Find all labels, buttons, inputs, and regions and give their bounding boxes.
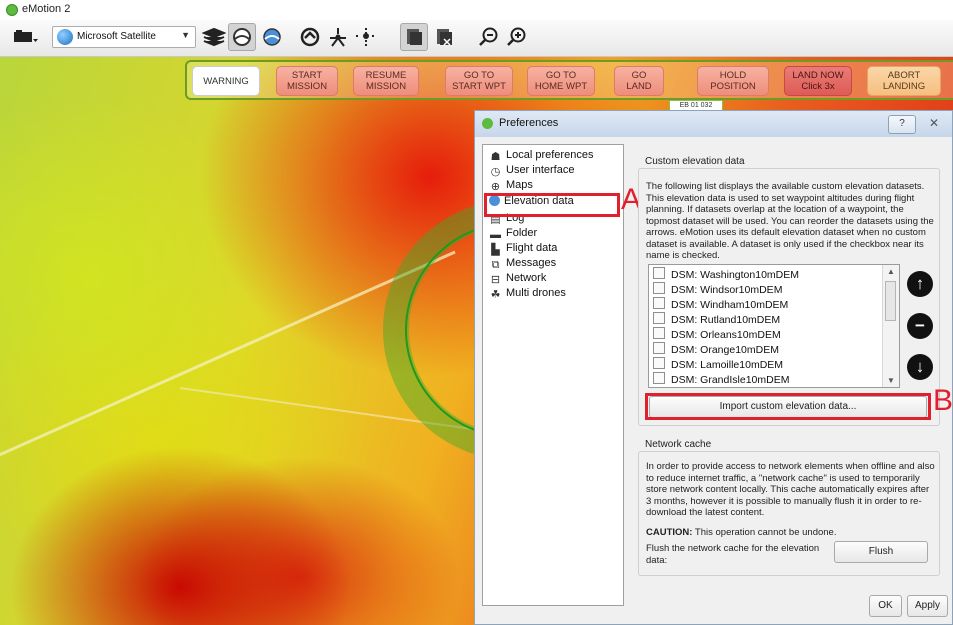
nav-item-user-interface[interactable]: ◷ User interface (489, 164, 619, 180)
window-titlebar: eMotion 2 (0, 0, 953, 20)
caution-text: This operation cannot be undone. (694, 527, 837, 538)
dataset-checkbox[interactable] (653, 312, 665, 324)
launch-icon[interactable] (296, 23, 324, 51)
flight-plan-alt-icon[interactable] (430, 23, 458, 51)
main-toolbar: Microsoft Satellite ▼ (0, 20, 953, 57)
annotation-label-b: B (933, 384, 953, 417)
move-down-button[interactable]: ↓ (907, 354, 933, 380)
annotation-highlight-b (645, 393, 931, 420)
go-to-start-wpt-button[interactable]: GO TO START WPT (445, 66, 513, 96)
globe-icon (57, 29, 73, 45)
go-land-button[interactable]: GO LAND (614, 66, 664, 96)
hover-drone-icon[interactable] (324, 23, 352, 51)
elevation-alt-icon[interactable] (258, 23, 286, 51)
nav-item-maps[interactable]: ⊕ Maps (489, 179, 619, 190)
multi-drones-icon: ☘ (490, 289, 501, 301)
custom-elevation-description: The following list displays the availabl… (646, 181, 934, 261)
dataset-checkbox[interactable] (653, 327, 665, 339)
dialog-title: Preferences (499, 117, 559, 129)
hold-position-button[interactable]: HOLD POSITION (697, 66, 769, 96)
help-button[interactable]: ? (888, 115, 916, 134)
ok-button[interactable]: OK (869, 595, 902, 617)
flush-label: Flush the network cache for the elevatio… (646, 543, 820, 566)
flush-button[interactable]: Flush (834, 541, 928, 563)
caution-label: CAUTION: (646, 527, 693, 538)
nav-item-local-preferences[interactable]: ☗ Local preferences (489, 149, 619, 165)
dataset-checkbox[interactable] (653, 297, 665, 309)
app-logo-icon (6, 4, 18, 16)
start-mission-button[interactable]: START MISSION (276, 66, 338, 96)
list-item[interactable]: DSM: Washington10mDEM (653, 267, 799, 282)
custom-elevation-title: Custom elevation data (645, 156, 745, 167)
network-icon: ⊟ (490, 274, 501, 286)
land-now-button[interactable]: LAND NOW Click 3x (784, 66, 852, 96)
network-cache-description: In order to provide access to network el… (646, 461, 935, 518)
abort-landing-button[interactable]: ABORT LANDING (867, 66, 941, 96)
list-item[interactable]: DSM: Lamoille10mDEM (653, 357, 783, 372)
minus-icon: − (915, 316, 925, 335)
nav-item-messages[interactable]: ⧉ Messages (489, 257, 619, 273)
folder-icon: ▬ (490, 229, 501, 241)
clock-icon: ◷ (490, 166, 501, 178)
people-icon: ☗ (490, 151, 501, 163)
annotation-highlight-a (484, 193, 620, 217)
maps-icon: ⊕ (490, 181, 501, 190)
map-source-label: Microsoft Satellite (77, 31, 156, 42)
list-item[interactable]: DSM: Rutland10mDEM (653, 312, 780, 327)
flight-data-icon: ▙ (491, 244, 500, 256)
remove-button[interactable]: − (907, 313, 933, 339)
list-scrollbar[interactable]: ▲ ▼ (882, 265, 899, 387)
chevron-down-icon: ▼ (181, 30, 190, 40)
messages-icon: ⧉ (491, 259, 500, 271)
scroll-up-icon[interactable]: ▲ (887, 267, 895, 276)
caution-line: CAUTION: This operation cannot be undone… (646, 527, 936, 539)
list-item[interactable]: DSM: Windham10mDEM (653, 297, 788, 312)
warning-button[interactable]: WARNING (192, 66, 260, 96)
list-item[interactable]: DSM: Windsor10mDEM (653, 282, 782, 297)
list-item[interactable]: DSM: Orleans10mDEM (653, 327, 781, 342)
scroll-down-icon[interactable]: ▼ (887, 376, 895, 385)
dialog-titlebar: Preferences ? ✕ (475, 111, 952, 137)
close-icon[interactable]: ✕ (920, 115, 948, 132)
flight-plan-icon[interactable] (400, 23, 428, 51)
arrow-up-icon: ↑ (915, 274, 925, 293)
scroll-thumb[interactable] (885, 281, 896, 321)
elevation-icon[interactable] (228, 23, 256, 51)
dataset-checkbox[interactable] (653, 282, 665, 294)
move-up-button[interactable]: ↑ (907, 271, 933, 297)
resume-mission-button[interactable]: RESUME MISSION (353, 66, 419, 96)
nav-item-folder[interactable]: ▬ Folder (489, 227, 619, 243)
nav-item-multi-drones[interactable]: ☘ Multi drones (489, 287, 619, 303)
drone-menu-icon[interactable] (12, 23, 40, 51)
list-item[interactable]: DSM: Orange10mDEM (653, 342, 779, 357)
map-source-select[interactable]: Microsoft Satellite ▼ (52, 26, 196, 48)
app-logo-icon (482, 118, 493, 129)
altitude-drone-icon[interactable] (352, 23, 380, 51)
dataset-checkbox[interactable] (653, 372, 665, 384)
elevation-dataset-list[interactable]: DSM: Washington10mDEM DSM: Windsor10mDEM… (648, 264, 900, 388)
app-title: eMotion 2 (22, 3, 71, 15)
apply-button[interactable]: Apply (907, 595, 948, 617)
dataset-checkbox[interactable] (653, 357, 665, 369)
zoom-in-icon[interactable] (502, 23, 530, 51)
nav-item-network[interactable]: ⊟ Network (489, 272, 619, 288)
layers-icon[interactable] (200, 23, 228, 51)
zoom-out-icon[interactable] (474, 23, 502, 51)
go-to-home-wpt-button[interactable]: GO TO HOME WPT (527, 66, 595, 96)
dataset-checkbox[interactable] (653, 342, 665, 354)
network-cache-title: Network cache (645, 439, 712, 450)
dataset-checkbox[interactable] (653, 267, 665, 279)
command-bar: WARNING START MISSION RESUME MISSION GO TO… (185, 60, 953, 100)
list-item[interactable]: DSM: GrandIsle10mDEM (653, 372, 789, 387)
arrow-down-icon: ↓ (915, 357, 925, 376)
nav-item-flight-data[interactable]: ▙ Flight data (489, 242, 619, 258)
